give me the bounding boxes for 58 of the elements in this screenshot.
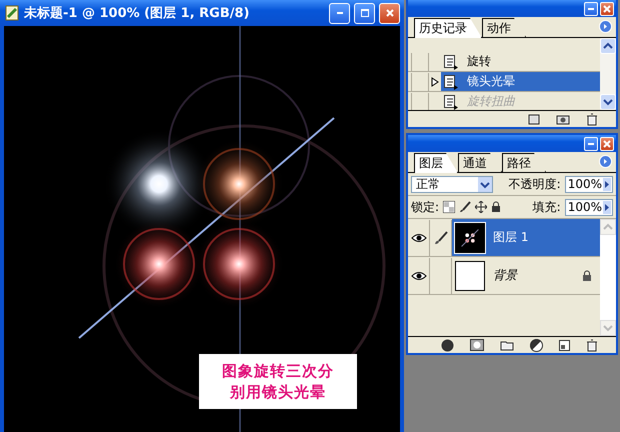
minimize-button[interactable]	[329, 2, 350, 24]
fill-label: 填充:	[532, 198, 561, 216]
history-state-icon	[443, 54, 459, 70]
minimize-icon	[588, 142, 594, 144]
close-button[interactable]	[600, 2, 614, 16]
history-source-checkbox[interactable]	[411, 72, 429, 90]
lock-transparency-icon[interactable]	[443, 201, 456, 213]
lock-label: 锁定:	[411, 198, 440, 216]
move-icon[interactable]	[475, 201, 488, 213]
history-item[interactable]: 镜头光晕	[441, 72, 600, 91]
arrow-icon	[603, 200, 611, 214]
eye-icon[interactable]	[410, 270, 426, 280]
opacity-label: 不透明度:	[508, 176, 561, 192]
trash-icon[interactable]	[586, 338, 598, 352]
panel-menu-icon[interactable]	[599, 20, 612, 33]
minimize-icon	[588, 8, 594, 10]
maximize-icon	[360, 9, 368, 17]
history-state-icon	[443, 74, 459, 90]
dropdown-caret-icon	[478, 176, 492, 192]
camera-icon[interactable]	[556, 113, 570, 125]
panel-tab[interactable]: 动作	[482, 18, 526, 37]
layer-row[interactable]: 图层 1	[452, 219, 600, 256]
history-item[interactable]: 旋转	[441, 52, 600, 71]
eye-icon[interactable]	[410, 232, 426, 242]
caption-text: 别用镜头光晕	[230, 382, 326, 402]
arrow-icon	[603, 178, 611, 190]
close-button[interactable]	[379, 2, 400, 24]
close-icon	[386, 9, 394, 17]
folder-icon[interactable]	[500, 340, 514, 350]
minimize-icon	[336, 12, 342, 14]
history-source-checkbox[interactable]	[411, 52, 429, 70]
close-button[interactable]	[600, 136, 614, 150]
close-icon	[603, 140, 611, 148]
layer-thumbnail	[455, 222, 485, 252]
new-layer-icon[interactable]	[559, 340, 570, 350]
panel-tab[interactable]: 历史记录	[414, 18, 482, 38]
caption-text: 图象旋转三次分	[222, 362, 334, 380]
close-icon	[603, 4, 611, 12]
layer-thumbnail	[455, 260, 485, 290]
maximize-button[interactable]	[354, 2, 375, 24]
layer-row[interactable]: 背景	[452, 257, 600, 294]
adjustment-layer-icon[interactable]	[530, 338, 543, 352]
panel-menu-icon[interactable]	[599, 155, 612, 168]
panel-tab[interactable]: 通道	[458, 153, 502, 172]
new-document-icon[interactable]	[528, 113, 540, 125]
panel-tab[interactable]: 图层	[414, 153, 458, 173]
minimize-button[interactable]	[584, 2, 598, 16]
blend-mode-dropdown[interactable]: 正常	[411, 176, 493, 192]
fill-field[interactable]: 100%	[564, 198, 613, 216]
window-title: 未标题-1 @ 100% (图层 1, RGB/8)	[24, 5, 250, 22]
opacity-field[interactable]: 100%	[564, 176, 613, 192]
mask-icon[interactable]	[470, 339, 484, 351]
lock-icon[interactable]	[491, 201, 502, 213]
document-icon	[4, 5, 20, 21]
brush-icon[interactable]	[459, 201, 472, 213]
minimize-button[interactable]	[584, 136, 598, 150]
panel-tab[interactable]: 路径	[502, 153, 546, 172]
trash-icon[interactable]	[586, 112, 598, 126]
